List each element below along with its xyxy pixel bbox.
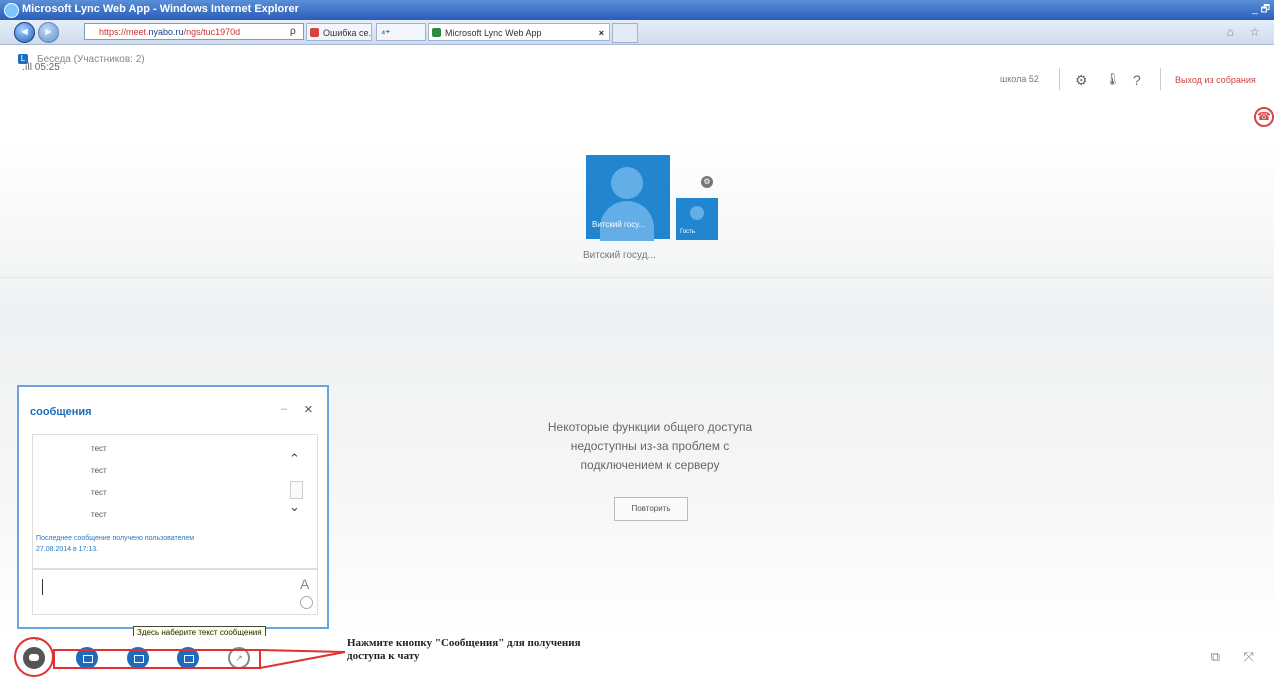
- annotation-line: доступа к чату: [347, 650, 420, 662]
- instruction-annotation: Нажмите кнопку "Сообщения" для получения…: [347, 637, 667, 663]
- annotation-box: [53, 649, 261, 669]
- layout-icons[interactable]: ⧉ ⤧: [1211, 649, 1264, 665]
- annotation-line: Нажмите кнопку "Сообщения" для получения: [347, 637, 581, 649]
- annotation-pointer: [259, 649, 346, 669]
- annotation-arrow: [53, 649, 346, 669]
